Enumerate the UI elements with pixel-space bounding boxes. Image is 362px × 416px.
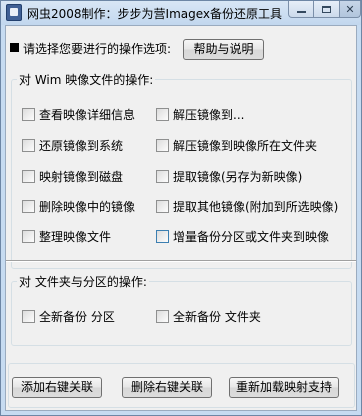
checkbox-incremental-backup[interactable]: 增量备份分区或文件夹到映像 <box>156 228 329 245</box>
wim-group-title: 对 Wim 映像文件的操作: <box>17 71 156 88</box>
maximize-button[interactable] <box>314 1 340 18</box>
close-button[interactable]: ✕ <box>340 1 361 18</box>
checkbox-label: 增量备份分区或文件夹到映像 <box>173 230 330 244</box>
checkbox-full-backup-partition[interactable]: 全新备份 分区 <box>22 308 115 325</box>
checkbox-label: 删除映像中的镜像 <box>39 200 136 214</box>
checkbox-label: 还原镜像到系统 <box>39 139 124 153</box>
checkbox-export-image-new[interactable]: 提取镜像(另存为新映像) <box>156 168 302 185</box>
checkbox-restore-image-to-system[interactable]: 还原镜像到系统 <box>22 137 123 154</box>
prompt-label: 请选择您要进行的操作选项: <box>23 42 172 56</box>
checkbox-box[interactable] <box>156 310 169 323</box>
checkbox-delete-image[interactable]: 删除映像中的镜像 <box>22 198 135 215</box>
checkbox-label: 查看映像详细信息 <box>39 108 136 122</box>
checkbox-view-image-info[interactable]: 查看映像详细信息 <box>22 106 135 123</box>
help-button[interactable]: 帮助与说明 <box>183 39 264 60</box>
window-title: 网虫2008制作：步步为营Imagex备份还原工具 <box>27 7 283 21</box>
checkbox-box[interactable] <box>22 108 35 121</box>
checkbox-export-other-append[interactable]: 提取其他镜像(附加到所选映像) <box>156 198 338 215</box>
checkbox-box[interactable] <box>156 230 169 243</box>
remove-context-menu-button[interactable]: 删除右键关联 <box>122 377 212 398</box>
add-context-menu-button[interactable]: 添加右键关联 <box>12 377 102 398</box>
checkbox-box[interactable] <box>156 200 169 213</box>
checkbox-box[interactable] <box>22 200 35 213</box>
bullet-square-icon <box>10 43 19 52</box>
app-icon[interactable] <box>6 4 22 21</box>
title-bar[interactable]: 网虫2008制作：步步为营Imagex备份还原工具 ✕ <box>1 1 361 25</box>
checkbox-box[interactable] <box>22 310 35 323</box>
folder-partition-group: 对 文件夹与分区的操作: 全新备份 分区 全新备份 文件夹 <box>11 273 352 346</box>
checkbox-extract-image-to[interactable]: 解压镜像到... <box>156 106 244 123</box>
checkbox-extract-to-image-folder[interactable]: 解压镜像到映像所在文件夹 <box>156 137 317 154</box>
checkbox-label: 解压镜像到映像所在文件夹 <box>173 139 318 153</box>
minimize-icon <box>296 11 306 13</box>
checkbox-box[interactable] <box>22 170 35 183</box>
checkbox-box[interactable] <box>156 170 169 183</box>
checkbox-box[interactable] <box>156 139 169 152</box>
checkbox-label: 整理映像文件 <box>39 230 112 244</box>
close-icon: ✕ <box>345 2 355 16</box>
checkbox-label: 提取镜像(另存为新映像) <box>173 170 303 184</box>
wim-operations-group: 对 Wim 映像文件的操作: 查看映像详细信息 解压镜像到... 还原镜像到系统… <box>11 71 352 269</box>
checkbox-box[interactable] <box>156 108 169 121</box>
checkbox-box[interactable] <box>22 230 35 243</box>
checkbox-label: 映射镜像到磁盘 <box>39 170 124 184</box>
folder-group-title: 对 文件夹与分区的操作: <box>17 273 149 290</box>
checkbox-label: 全新备份 分区 <box>39 310 115 324</box>
app-window: 网虫2008制作：步步为营Imagex备份还原工具 ✕ 请选择您要进行的操作选项… <box>0 0 362 416</box>
bottom-button-panel: 添加右键关联 删除右键关联 重新加载映射支持 <box>8 363 355 408</box>
dialog-client-area: 请选择您要进行的操作选项: 帮助与说明 对 Wim 映像文件的操作: 查看映像详… <box>5 25 357 411</box>
checkbox-label: 提取其他镜像(附加到所选映像) <box>173 200 339 214</box>
maximize-icon <box>322 5 331 13</box>
checkbox-full-backup-folder[interactable]: 全新备份 文件夹 <box>156 308 261 325</box>
checkbox-label: 解压镜像到... <box>173 108 245 122</box>
checkbox-optimize-image-file[interactable]: 整理映像文件 <box>22 228 111 245</box>
reload-mapping-button[interactable]: 重新加载映射支持 <box>229 377 339 398</box>
checkbox-label: 全新备份 文件夹 <box>173 310 261 324</box>
separator-line <box>6 260 356 262</box>
checkbox-mount-image-to-disk[interactable]: 映射镜像到磁盘 <box>22 168 123 185</box>
checkbox-box[interactable] <box>22 139 35 152</box>
minimize-button[interactable] <box>288 1 314 18</box>
